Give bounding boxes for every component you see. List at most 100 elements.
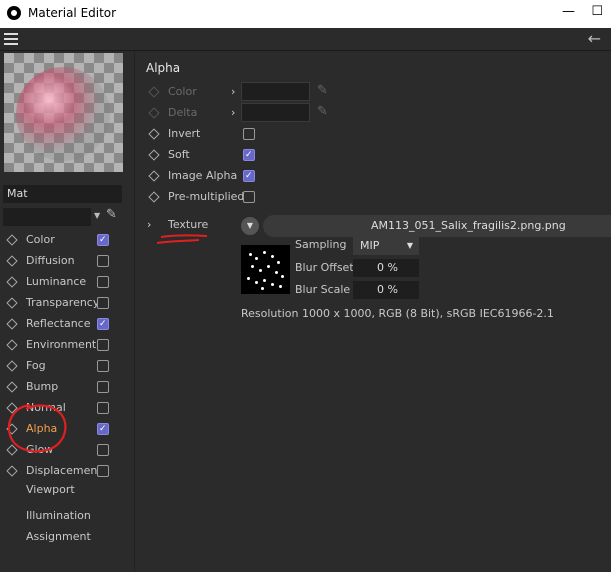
material-preview[interactable] — [4, 53, 123, 172]
image-alpha-checkbox[interactable] — [243, 166, 255, 187]
channel-item-transparency[interactable]: Transparency — [0, 292, 134, 313]
maximize-button[interactable]: ☐ — [591, 4, 603, 19]
channel-checkbox[interactable] — [97, 402, 109, 414]
param-color[interactable]: Color › ✎ — [135, 81, 611, 102]
expand-chevron-icon[interactable]: › — [147, 218, 151, 231]
blur-offset-label: Blur Offset — [295, 261, 354, 274]
param-delta[interactable]: Delta › ✎ — [135, 102, 611, 123]
channel-checkbox[interactable] — [97, 255, 109, 267]
minimize-button[interactable]: — — [562, 4, 575, 19]
eyedropper-icon[interactable]: ✎ — [317, 80, 328, 101]
channel-checkbox[interactable] — [97, 381, 109, 393]
channel-item-diffusion[interactable]: Diffusion — [0, 250, 134, 271]
param-image-alpha[interactable]: Image Alpha — [135, 165, 611, 187]
param-pre-multiplied[interactable]: Pre-multiplied — [135, 186, 611, 207]
section-title: Alpha — [146, 61, 181, 75]
pre-multiplied-checkbox[interactable] — [243, 191, 255, 203]
channel-checkbox[interactable] — [97, 419, 109, 440]
texture-filename-field[interactable]: AM113_051_Salix_fragilis2.png.png — [263, 215, 611, 237]
cinema4d-logo-icon — [7, 6, 21, 20]
channel-checkbox[interactable] — [97, 276, 109, 288]
channel-label: Displacement — [26, 464, 102, 477]
channel-label: Bump — [26, 380, 59, 393]
channel-item-color[interactable]: Color — [0, 229, 134, 251]
sampling-select[interactable]: MIP ▼ — [353, 237, 419, 255]
channel-item-normal[interactable]: Normal — [0, 397, 134, 418]
diamond-icon[interactable] — [6, 297, 18, 309]
channel-label: Diffusion — [26, 254, 75, 267]
channel-item-alpha[interactable]: Alpha — [0, 418, 134, 440]
color-swatch-field[interactable] — [241, 82, 310, 101]
tab-assignment[interactable]: Assignment — [26, 530, 91, 543]
texture-thumbnail[interactable] — [241, 245, 290, 294]
sampling-value: MIP — [360, 239, 380, 252]
invert-checkbox[interactable] — [243, 128, 255, 140]
diamond-icon[interactable] — [6, 465, 18, 477]
diamond-icon[interactable] — [6, 255, 18, 267]
window-title: Material Editor — [28, 6, 117, 20]
diamond-icon[interactable] — [6, 381, 18, 393]
title-bar: Material Editor — ☐ — [0, 0, 611, 28]
channel-label: Luminance — [26, 275, 87, 288]
chevron-down-icon: ▼ — [406, 241, 413, 250]
channel-checkbox[interactable] — [97, 314, 109, 335]
material-name-field[interactable]: Mat — [3, 185, 122, 203]
diamond-icon[interactable] — [6, 360, 18, 372]
eyedropper-icon[interactable]: ✎ — [317, 101, 328, 122]
channel-label: Environment — [26, 338, 97, 351]
param-label: Soft — [168, 148, 190, 161]
diamond-icon[interactable] — [148, 149, 160, 161]
diamond-icon[interactable] — [6, 444, 18, 456]
texture-row[interactable]: › Texture ▼ AM113_051_Salix_fragilis2.pn… — [135, 215, 611, 237]
diamond-icon[interactable] — [6, 339, 18, 351]
param-soft[interactable]: Soft — [135, 144, 611, 166]
diamond-icon[interactable] — [148, 86, 160, 98]
blur-offset-field[interactable]: 0 % — [353, 259, 419, 277]
picker-pen-icon[interactable]: ✎ — [106, 207, 117, 222]
diamond-icon[interactable] — [148, 107, 160, 119]
diamond-icon[interactable] — [148, 191, 160, 203]
channel-item-glow[interactable]: Glow — [0, 439, 134, 460]
channel-item-displacement[interactable]: Displacement — [0, 460, 134, 481]
dropdown-arrow-icon[interactable]: ▼ — [94, 211, 100, 220]
param-invert[interactable]: Invert — [135, 123, 611, 144]
tab-illumination[interactable]: Illumination — [26, 509, 91, 522]
channel-item-bump[interactable]: Bump — [0, 376, 134, 397]
diamond-icon[interactable] — [148, 170, 160, 182]
channel-checkbox[interactable] — [97, 444, 109, 456]
tab-viewport[interactable]: Viewport — [26, 483, 75, 496]
channel-checkbox[interactable] — [97, 297, 109, 309]
resolution-info: Resolution 1000 x 1000, RGB (8 Bit), sRG… — [241, 307, 554, 320]
color-swatch-field[interactable] — [241, 103, 310, 122]
hamburger-menu-icon[interactable] — [4, 33, 18, 45]
layer-dropdown[interactable] — [3, 208, 91, 226]
channel-label: Color — [26, 233, 55, 246]
texture-menu-button[interactable]: ▼ — [241, 217, 259, 235]
texture-label: Texture — [168, 218, 209, 231]
channel-item-reflectance[interactable]: Reflectance — [0, 313, 134, 335]
channel-checkbox[interactable] — [97, 230, 109, 251]
back-arrow-icon[interactable]: ← — [588, 29, 601, 48]
chevron-right-icon[interactable]: › — [231, 102, 235, 123]
channel-label: Glow — [26, 443, 54, 456]
diamond-icon[interactable] — [6, 276, 18, 288]
blur-scale-field[interactable]: 0 % — [353, 281, 419, 299]
diamond-icon[interactable] — [148, 128, 160, 140]
diamond-icon[interactable] — [6, 402, 18, 414]
channel-label: Fog — [26, 359, 46, 372]
diamond-icon[interactable] — [6, 318, 18, 330]
channel-item-fog[interactable]: Fog — [0, 355, 134, 376]
channel-checkbox[interactable] — [97, 465, 109, 477]
channel-checkbox[interactable] — [97, 360, 109, 372]
channel-item-luminance[interactable]: Luminance — [0, 271, 134, 292]
menu-bar: ← — [0, 28, 611, 51]
chevron-right-icon[interactable]: › — [231, 81, 235, 102]
diamond-icon[interactable] — [6, 423, 18, 435]
param-label: Image Alpha — [168, 169, 238, 182]
channel-label: Reflectance — [26, 317, 91, 330]
soft-checkbox[interactable] — [243, 145, 255, 166]
attribute-panel: Alpha Color › ✎ Delta › ✎ Invert Soft Im… — [135, 51, 611, 572]
diamond-icon[interactable] — [6, 234, 18, 246]
channel-item-environment[interactable]: Environment — [0, 334, 134, 355]
channel-checkbox[interactable] — [97, 339, 109, 351]
